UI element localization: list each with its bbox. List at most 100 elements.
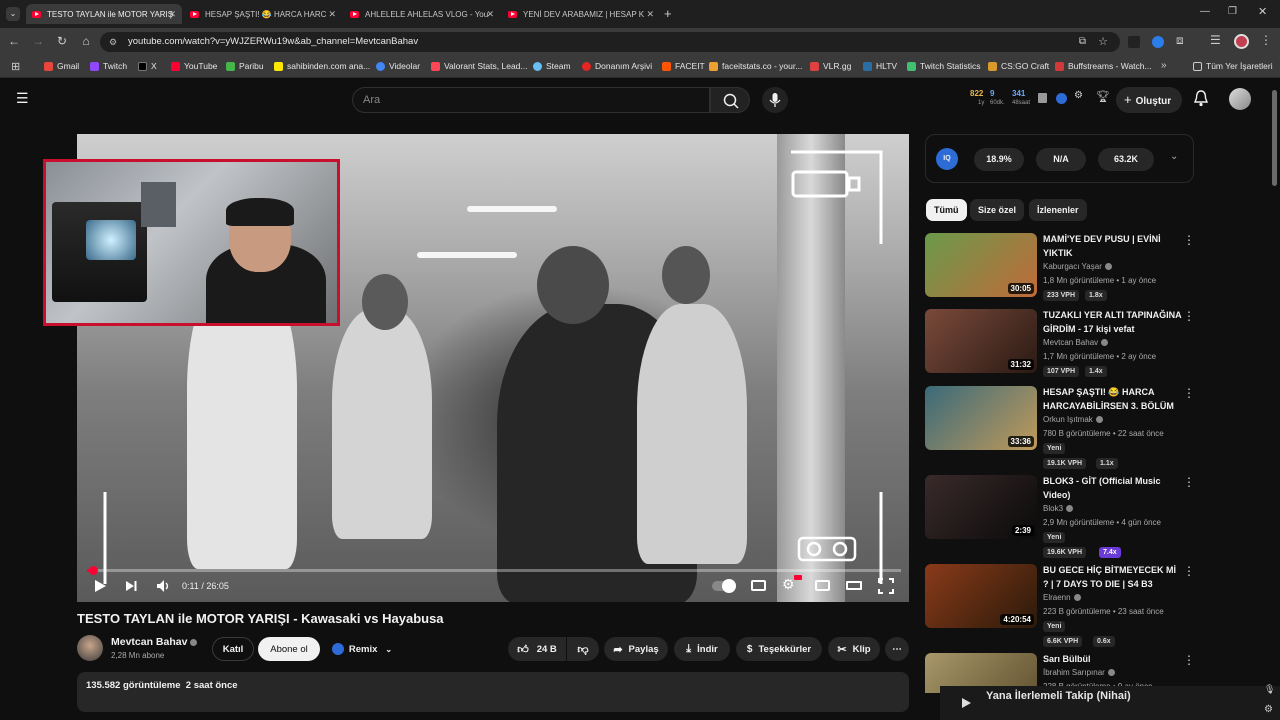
- recommendation-item[interactable]: 4:20:54 BU GECE HİÇ BİTMEYECEK Mİ ? | 7 …: [925, 564, 1201, 647]
- extension-icon[interactable]: [1128, 36, 1140, 48]
- recommendation-title[interactable]: MAMİ'YE DEV PUSU | EVİNİ YIKTIK: [1043, 233, 1183, 260]
- minimize-window-icon[interactable]: —: [1200, 6, 1210, 17]
- miniplayer-icon[interactable]: [815, 580, 830, 591]
- description-box[interactable]: 135.582 görüntüleme 2 saat önce: [77, 672, 909, 712]
- bookmark-twitch[interactable]: Twitch: [90, 61, 127, 71]
- more-options-icon[interactable]: ⋮: [1183, 233, 1195, 247]
- install-app-icon[interactable]: ⧉: [1079, 32, 1086, 52]
- recommendation-channel[interactable]: Mevtcan Bahav: [1043, 338, 1109, 347]
- site-info-icon[interactable]: ⚙: [109, 32, 117, 52]
- more-options-icon[interactable]: ⋮: [1183, 564, 1195, 578]
- bookmark-valorant[interactable]: Valorant Stats, Lead...: [431, 61, 527, 71]
- close-tab-icon[interactable]: ✕: [646, 9, 654, 20]
- bookmark-vlr[interactable]: VLR.gg: [810, 61, 851, 71]
- channel-avatar[interactable]: [77, 635, 103, 661]
- new-tab-icon[interactable]: +: [664, 6, 672, 21]
- fullscreen-icon[interactable]: [878, 578, 894, 594]
- bookmark-donanim-arsivi[interactable]: Donanım Arşivi: [582, 61, 652, 71]
- settings-gear-icon[interactable]: ⚙: [1264, 704, 1273, 715]
- chip-for-you[interactable]: Size özel: [970, 199, 1025, 221]
- browser-tab[interactable]: AHLELELE AHLELAS VLOG - You ✕: [344, 4, 500, 24]
- bookmark-sahibinden[interactable]: sahibinden.com ana...: [274, 61, 370, 71]
- play-icon[interactable]: [960, 696, 972, 710]
- close-tab-icon[interactable]: ✕: [328, 9, 336, 20]
- bookmark-steam[interactable]: Steam: [533, 61, 571, 71]
- chip-all[interactable]: Tümü: [926, 199, 967, 221]
- close-window-icon[interactable]: ✕: [1258, 5, 1267, 18]
- home-icon[interactable]: ⌂: [78, 34, 94, 48]
- hamburger-menu-icon[interactable]: ☰: [16, 90, 29, 107]
- bookmark-star-icon[interactable]: ☆: [1098, 32, 1108, 52]
- recommendation-title[interactable]: Sarı Bülbül: [1043, 653, 1183, 667]
- theater-mode-icon[interactable]: [846, 581, 862, 590]
- recommendation-item[interactable]: 30:05 MAMİ'YE DEV PUSU | EVİNİ YIKTIK Ka…: [925, 233, 1201, 301]
- remix-button[interactable]: Remix ⌄: [326, 637, 398, 661]
- search-button[interactable]: [710, 87, 750, 113]
- apps-grid-icon[interactable]: ⊞: [11, 60, 20, 73]
- bookmark-videolar[interactable]: Videolar: [376, 61, 420, 71]
- more-options-icon[interactable]: ⋮: [1183, 475, 1195, 489]
- recommendation-title[interactable]: BLOK3 - GİT (Official Music Video): [1043, 475, 1183, 502]
- next-button[interactable]: [124, 579, 138, 593]
- bookmark-all-bookmarks[interactable]: Tüm Yer İşaretleri: [1193, 61, 1273, 71]
- recommendation-title[interactable]: HESAP ŞAŞTI! 😂 HARCA HARCAYABİLİRSEN 3. …: [1043, 386, 1183, 413]
- iq-extension-icon[interactable]: [1056, 93, 1067, 104]
- account-avatar[interactable]: [1229, 88, 1251, 110]
- microphone-icon[interactable]: 🎙︎: [1264, 684, 1275, 695]
- tab-search-dropdown-icon[interactable]: ⌄: [6, 7, 20, 21]
- bookmark-x[interactable]: X: [138, 61, 157, 71]
- recommendation-item[interactable]: 33:36 HESAP ŞAŞTI! 😂 HARCA HARCAYABİLİRS…: [925, 386, 1201, 469]
- recommendation-channel[interactable]: Kaburgacı Yaşar: [1043, 262, 1112, 271]
- channel-name[interactable]: Mevtcan Bahav: [111, 636, 198, 648]
- bookmark-youtube[interactable]: YouTube: [171, 61, 217, 71]
- autoplay-toggle[interactable]: [712, 579, 736, 593]
- close-tab-icon[interactable]: ✕: [486, 9, 494, 20]
- expand-chevron-icon[interactable]: ⌄: [1170, 151, 1178, 162]
- browser-tab[interactable]: YENİ DEV ARABAMIZ | HESAP K ✕: [502, 4, 660, 24]
- more-options-icon[interactable]: ⋮: [1183, 386, 1195, 400]
- more-actions-button[interactable]: ⋯: [885, 637, 909, 661]
- address-bar[interactable]: ⚙ youtube.com/watch?v=yWJZERWu19w&ab_cha…: [100, 32, 1120, 52]
- mute-button[interactable]: [155, 578, 173, 594]
- recommendation-channel[interactable]: Orkun Işıtmak: [1043, 415, 1103, 424]
- chip-watched[interactable]: İzlenenler: [1029, 199, 1087, 221]
- subscribe-button[interactable]: Abone ol: [258, 637, 320, 661]
- recommendation-item[interactable]: 2:39 BLOK3 - GİT (Official Music Video) …: [925, 475, 1201, 558]
- back-arrow-icon[interactable]: ←: [6, 34, 22, 48]
- settings-extension-icon[interactable]: ⚙: [1074, 90, 1083, 101]
- notifications-bell-icon[interactable]: [1193, 89, 1209, 107]
- play-button[interactable]: [93, 578, 107, 594]
- recommendation-channel[interactable]: Elraenn: [1043, 593, 1081, 602]
- recommendation-channel[interactable]: Blok3: [1043, 504, 1074, 513]
- download-button[interactable]: ⤓ İndir: [674, 637, 730, 661]
- share-button[interactable]: ➦ Paylaş: [604, 637, 668, 661]
- now-playing-bar[interactable]: Yana İlerlemeli Takip (Nihai) 🎙︎ ⚙: [940, 684, 1280, 720]
- browser-tab[interactable]: HESAP ŞAŞTI! 😂 HARCA HARC ✕: [184, 4, 342, 24]
- dislike-button[interactable]: 👎︎: [567, 637, 599, 661]
- recommendation-item[interactable]: 31:32 TUZAKLI YER ALTI TAPINAĞINA GİRDİM…: [925, 309, 1201, 377]
- recommendation-title[interactable]: TUZAKLI YER ALTI TAPINAĞINA GİRDİM - 17 …: [1043, 309, 1183, 336]
- join-button[interactable]: Katıl: [212, 637, 254, 661]
- bookmark-paribu[interactable]: Paribu: [226, 61, 264, 71]
- bookmark-gmail[interactable]: Gmail: [44, 61, 79, 71]
- video-thumbnail[interactable]: 31:32: [925, 309, 1037, 373]
- extension-icon[interactable]: [1152, 36, 1164, 48]
- profile-avatar[interactable]: [1234, 34, 1249, 49]
- video-thumbnail[interactable]: 30:05: [925, 233, 1037, 297]
- recommendation-channel[interactable]: İbrahim Sarıpınar: [1043, 668, 1115, 677]
- clip-button[interactable]: ✂ Klip: [828, 637, 880, 661]
- trophy-icon[interactable]: 🏆︎: [1096, 90, 1110, 103]
- bookmark-hltv[interactable]: HLTV: [863, 61, 897, 71]
- video-progress-bar[interactable]: [87, 566, 901, 575]
- bookmark-faceit[interactable]: FACEIT: [662, 61, 705, 71]
- page-scrollbar[interactable]: [1272, 90, 1277, 186]
- bookmark-buffstreams[interactable]: Buffstreams - Watch...: [1055, 61, 1152, 71]
- video-thumbnail[interactable]: 4:20:54: [925, 564, 1037, 628]
- scrubber-handle[interactable]: [88, 566, 98, 575]
- bookmark-faceitstats[interactable]: faceitstats.co - your...: [709, 61, 802, 71]
- reading-list-icon[interactable]: ☰: [1210, 33, 1221, 47]
- voice-search-button[interactable]: [762, 87, 788, 113]
- bookmark-twitch-statistics[interactable]: Twitch Statistics: [907, 61, 980, 71]
- maximize-window-icon[interactable]: ❐: [1228, 6, 1237, 17]
- browser-menu-icon[interactable]: ⋮: [1260, 33, 1272, 47]
